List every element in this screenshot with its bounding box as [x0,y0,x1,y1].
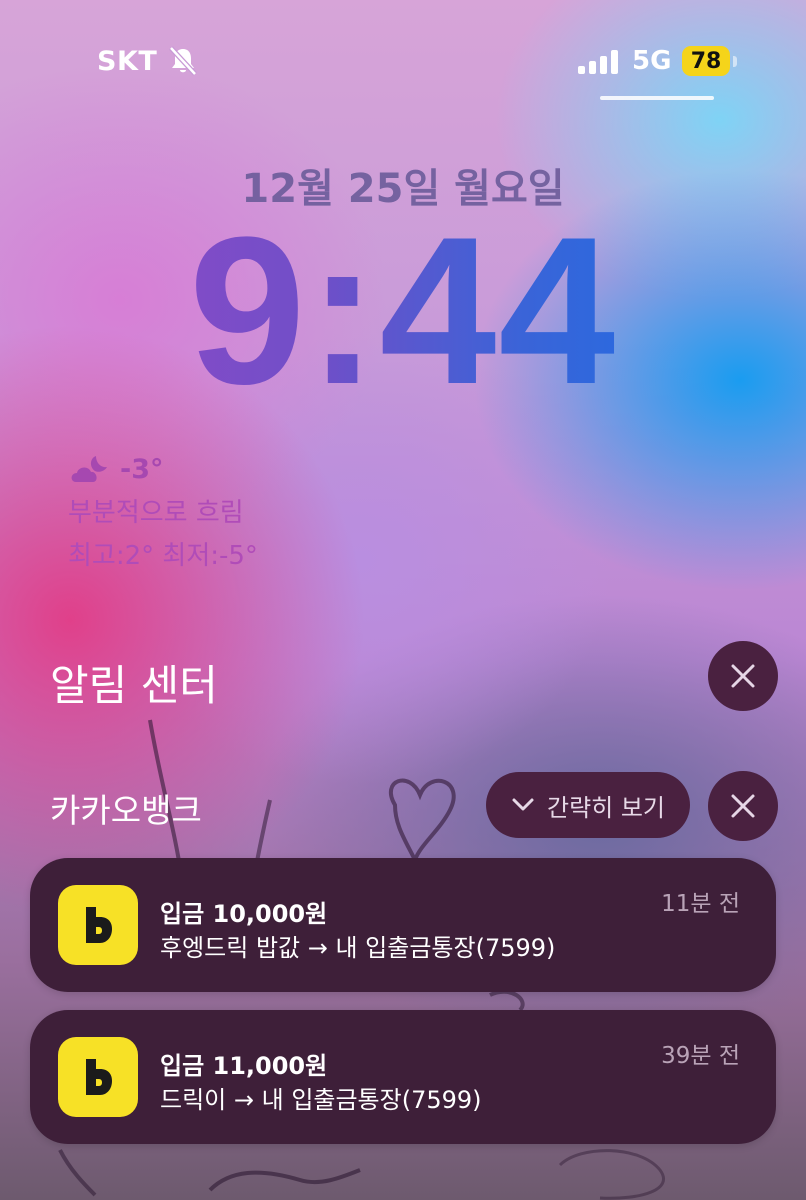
weather-condition: 부분적으로 흐림 [68,498,244,528]
clear-group-button[interactable] [708,771,778,841]
show-less-label: 간략히 보기 [546,793,666,822]
close-icon [731,664,755,688]
battery-cap [733,56,737,67]
partly-cloudy-night-icon [71,456,107,482]
kakaobank-logo-icon [86,907,112,943]
bell-slash-icon [169,46,197,76]
battery-level: 78 [690,48,722,74]
lock-screen: SKT 5G 78 12월 25일 월요일 9:44 -3° 부분적으로 흐림 … [0,0,806,1200]
notification-card[interactable]: 입금 11,000원 드릭이 → 내 입출금통장(7599) 39분 전 [30,1010,776,1144]
status-bar: SKT 5G 78 [0,0,806,120]
notification-center-title: 알림 센터 [50,661,218,710]
weather-high-low: 최고:2° 최저:-5° [68,541,258,571]
notification-title: 입금 11,000원 [160,1052,328,1080]
notification-body: 드릭이 → 내 입출금통장(7599) [160,1086,482,1114]
notification-group-title: 카카오뱅크 [50,791,202,830]
notification-time: 11분 전 [661,891,740,917]
kakaobank-app-icon [58,1037,138,1117]
carrier-label: SKT [97,46,158,77]
notification-card[interactable]: 입금 10,000원 후엥드릭 밥값 → 내 입출금통장(7599) 11분 전 [30,858,776,992]
lock-time: 9:44 [0,206,806,416]
battery-icon: 78 [682,46,730,76]
show-less-button[interactable]: 간략히 보기 [486,772,690,838]
chevron-down-icon [512,798,534,811]
close-icon [731,794,755,818]
control-center-indicator[interactable] [600,96,714,100]
kakaobank-app-icon [58,885,138,965]
notification-body: 후엥드릭 밥값 → 내 입출금통장(7599) [160,934,556,962]
notification-time: 39분 전 [661,1043,740,1069]
kakaobank-logo-icon [86,1059,112,1095]
weather-widget[interactable]: -3° 부분적으로 흐림 최고:2° 최저:-5° [68,452,258,572]
clear-all-button[interactable] [708,641,778,711]
network-label: 5G [632,46,672,76]
weather-temperature: -3° [120,453,164,485]
notification-title: 입금 10,000원 [160,900,328,928]
signal-bars-icon [578,50,618,74]
